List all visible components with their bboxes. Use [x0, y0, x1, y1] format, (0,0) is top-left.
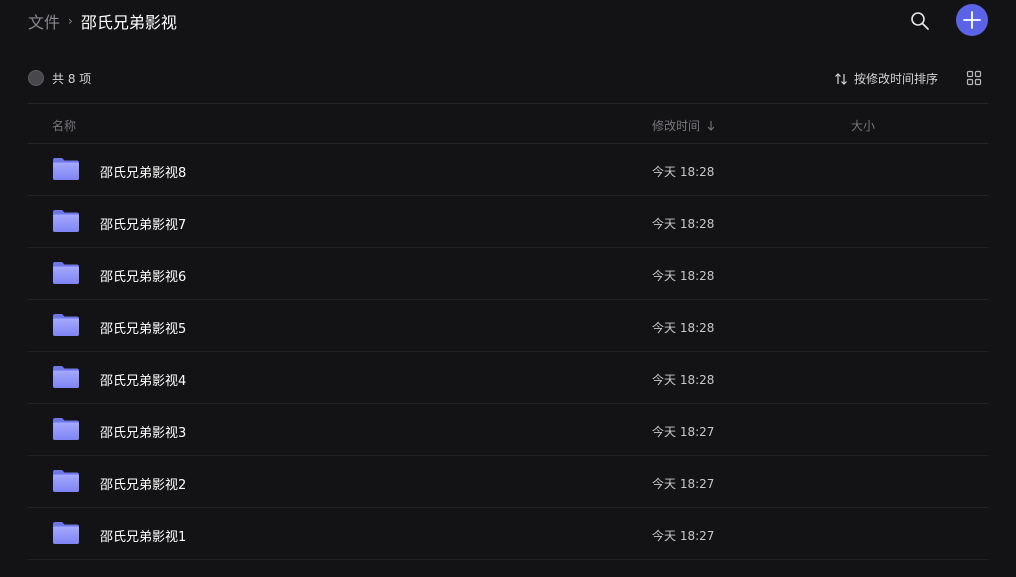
add-button[interactable]	[956, 4, 988, 36]
file-list: 邵氏兄弟影视8 今天 18:28 邵氏兄弟影视7 今天 18:28 邵氏兄弟影视6 今天 …	[28, 144, 988, 560]
file-modified: 今天 18:28	[652, 165, 715, 179]
file-row[interactable]: 邵氏兄弟影视6 今天 18:28	[28, 248, 988, 300]
arrow-down-icon	[707, 120, 715, 131]
file-modified: 今天 18:28	[652, 269, 715, 283]
column-modified[interactable]: 修改时间	[652, 117, 716, 134]
file-name: 邵氏兄弟影视1	[100, 530, 187, 545]
file-modified: 今天 18:28	[652, 217, 715, 231]
folder-icon	[53, 522, 79, 544]
select-all-checkbox[interactable]	[28, 70, 44, 86]
folder-icon	[53, 158, 79, 180]
file-name: 邵氏兄弟影视5	[100, 322, 187, 337]
file-name: 邵氏兄弟影视4	[100, 374, 187, 389]
search-button[interactable]	[908, 9, 932, 33]
file-row[interactable]: 邵氏兄弟影视7 今天 18:28	[28, 196, 988, 248]
search-icon	[911, 12, 929, 30]
breadcrumb: 文件 › 邵氏兄弟影视	[28, 9, 177, 33]
file-row[interactable]: 邵氏兄弟影视4 今天 18:28	[28, 352, 988, 404]
folder-icon	[53, 366, 79, 388]
file-row[interactable]: 邵氏兄弟影视5 今天 18:28	[28, 300, 988, 352]
file-modified: 今天 18:28	[652, 373, 715, 387]
file-modified: 今天 18:27	[652, 477, 715, 491]
file-name: 邵氏兄弟影视2	[100, 478, 187, 493]
file-name: 邵氏兄弟影视7	[100, 218, 187, 233]
item-count: 共 8 项	[52, 72, 92, 86]
folder-icon	[53, 314, 79, 336]
sort-label: 按修改时间排序	[854, 72, 939, 86]
folder-icon	[53, 262, 79, 284]
file-name: 邵氏兄弟影视6	[100, 270, 187, 285]
sort-icon	[835, 72, 847, 85]
file-row[interactable]: 邵氏兄弟影视3 今天 18:27	[28, 404, 988, 456]
file-name: 邵氏兄弟影视3	[100, 426, 187, 441]
grid-view-icon	[966, 70, 982, 86]
folder-icon	[53, 470, 79, 492]
view-toggle-button[interactable]	[966, 70, 982, 86]
file-modified: 今天 18:27	[652, 425, 715, 439]
file-row[interactable]: 邵氏兄弟影视8 今天 18:28	[28, 144, 988, 196]
file-modified: 今天 18:28	[652, 321, 715, 335]
breadcrumb-separator: ›	[68, 14, 73, 28]
plus-icon	[963, 11, 981, 29]
file-name: 邵氏兄弟影视8	[100, 166, 187, 181]
column-name[interactable]: 名称	[52, 117, 76, 134]
folder-icon	[53, 210, 79, 232]
column-size[interactable]: 大小	[851, 117, 875, 134]
folder-icon	[53, 418, 79, 440]
file-modified: 今天 18:27	[652, 529, 715, 543]
sort-button[interactable]: 按修改时间排序	[834, 70, 938, 87]
header: 文件 › 邵氏兄弟影视	[0, 0, 1016, 42]
toolbar: 共 8 项 按修改时间排序	[28, 64, 988, 92]
column-header: 名称 修改时间 大小	[28, 104, 988, 144]
breadcrumb-current: 邵氏兄弟影视	[80, 13, 177, 32]
file-browser: 文件 › 邵氏兄弟影视 共 8 项 按修改时间排序 名称 修改时间 大小 邵氏兄…	[0, 0, 1016, 577]
column-modified-label: 修改时间	[652, 119, 701, 133]
file-row[interactable]: 邵氏兄弟影视1 今天 18:27	[28, 508, 988, 560]
file-row[interactable]: 邵氏兄弟影视2 今天 18:27	[28, 456, 988, 508]
breadcrumb-root[interactable]: 文件	[28, 9, 60, 33]
